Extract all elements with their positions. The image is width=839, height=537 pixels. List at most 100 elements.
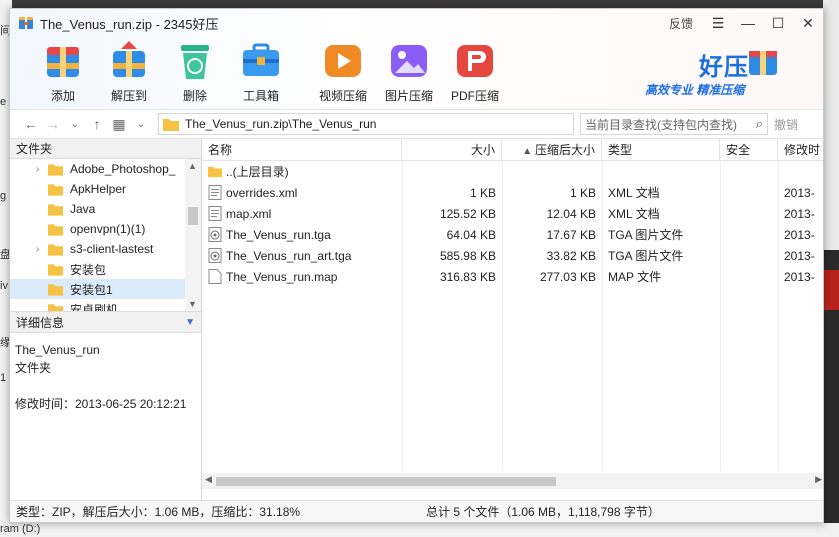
folder-icon [48,263,63,276]
tree-item[interactable]: ApkHelper [10,179,201,199]
collapse-icon[interactable]: ▼ [185,317,195,328]
minimize-button[interactable]: — [733,9,763,37]
toolbox-icon [243,43,279,76]
column-type[interactable]: 类型 [602,139,720,160]
app-window: The_Venus_run.zip - 2345好压 反馈 ☰ — ☐ ✕ 添加… [9,8,824,523]
folder-icon [48,163,63,176]
delete-icon [181,45,209,79]
status-archive-info: 类型：ZIP，解压后大小：1.06 MB，压缩比：31.18% [16,505,301,519]
up-arrow-icon[interactable]: ↑ [86,116,108,132]
history-dropdown-icon[interactable]: ⌄ [64,119,86,130]
extract-icon [113,41,145,77]
search-icon[interactable]: ⌕ [756,116,763,132]
file-list-header: 名称 大小 ▲ 压缩后大小 类型 安全 修改时 [202,139,823,161]
tree-item[interactable]: 安卓刷机 [10,299,201,311]
scroll-down-icon[interactable]: ▼ [188,299,197,309]
pdf-compress-icon [457,45,493,77]
add-icon [47,47,79,77]
detail-type: 文件夹 [15,361,52,375]
window-title: The_Venus_run.zip - 2345好压 [40,16,219,32]
brand-logo: 好压 高效专业 精准压缩 [633,41,783,105]
address-bar: ← → ⌄ ↑ ▦ ⌄ The_Venus_run.zip\The_Venus_… [10,109,823,139]
table-row[interactable]: The_Venus_run.map 316.83 KB 277.03 KB MA… [202,266,823,287]
image-compress-button[interactable]: 图片压缩 [376,39,442,104]
details-panel: The_Venus_run 文件夹 修改时间：2013-06-25 20:12:… [10,333,201,421]
tree-item[interactable]: › Adobe_Photoshop_ [10,159,201,179]
scroll-right-icon[interactable]: ▶ [815,474,822,485]
detail-modified: 修改时间：2013-06-25 20:12:21 [15,397,187,411]
file-list: 名称 大小 ▲ 压缩后大小 类型 安全 修改时 ..(上层目录) overrid… [202,139,823,501]
forward-arrow-icon[interactable]: → [42,116,64,132]
column-name[interactable]: 名称 [202,139,402,160]
search-input[interactable]: 当前目录查找(支持包内查找) ⌕ [580,113,768,135]
tree-item[interactable]: openvpn(1)(1) [10,219,201,239]
folder-tree: › Adobe_Photoshop_ ApkHelper Java openvp… [10,159,201,311]
horizontal-scroll-thumb[interactable] [216,477,556,486]
folder-icon [48,283,63,296]
brand-box-icon [749,51,777,75]
folder-icon [48,203,63,216]
close-button[interactable]: ✕ [793,9,823,37]
scroll-left-icon[interactable]: ◀ [205,474,212,485]
desktop-drive-label: ram (D:) [0,523,41,535]
folder-icon [48,243,63,256]
table-row[interactable]: The_Venus_run.tga 64.04 KB 17.67 KB TGA … [202,224,823,245]
sort-ascending-icon: ▲ [522,146,535,157]
table-row[interactable]: map.xml 125.52 KB 12.04 KB XML 文档 2013- [202,203,823,224]
horizontal-scrollbar[interactable]: ◀ ▶ [202,473,823,489]
document-icon [208,206,222,221]
feedback-link[interactable]: 反馈 [669,15,693,32]
brand-name: 好压 [699,54,749,81]
tree-item[interactable]: › s3-client-lastest [10,239,201,259]
chevron-right-icon[interactable]: › [36,164,39,175]
column-modified[interactable]: 修改时 [778,139,823,160]
title-bar[interactable]: The_Venus_run.zip - 2345好压 反馈 ☰ — ☐ ✕ [10,9,823,37]
video-compress-button[interactable]: 视频压缩 [310,39,376,104]
folder-tree-header: 文件夹 [10,139,201,159]
tree-item[interactable]: 安装包 [10,259,201,279]
tree-scroll-thumb[interactable] [188,207,198,225]
table-row[interactable]: overrides.xml 1 KB 1 KB XML 文档 2013- [202,182,823,203]
path-field[interactable]: The_Venus_run.zip\The_Venus_run [158,113,574,135]
brand-slogan: 高效专业 精准压缩 [645,83,745,97]
menu-icon[interactable]: ☰ [703,9,733,37]
folder-icon [163,118,179,131]
tree-item-selected[interactable]: 安装包1 [10,279,201,299]
extract-to-button[interactable]: 解压到 [96,39,162,104]
maximize-button[interactable]: ☐ [763,9,793,37]
view-dropdown-icon[interactable]: ⌄ [130,119,152,130]
add-button[interactable]: 添加 [30,39,96,104]
document-icon [208,185,222,200]
tree-scrollbar[interactable]: ▲ ▼ [185,159,201,311]
search-placeholder: 当前目录查找(支持包内查找) [585,117,737,132]
image-file-icon [208,227,222,242]
video-compress-icon [325,45,361,77]
table-row[interactable]: ..(上层目录) [202,161,823,182]
toolbox-button[interactable]: 工具箱 [228,39,294,104]
image-file-icon [208,248,222,263]
left-panel: 文件夹 › Adobe_Photoshop_ ApkHelper Java op… [10,139,202,501]
column-size[interactable]: 大小 [402,139,502,160]
main-toolbar: 添加 解压到 删除 工具箱 视频压缩 图片压缩 PDF压缩 好压 高效专业 精准… [10,37,823,109]
desktop-right-strip [823,0,839,537]
detail-name: The_Venus_run [15,343,100,357]
back-arrow-icon[interactable]: ← [20,116,42,132]
scroll-up-icon[interactable]: ▲ [188,161,197,171]
chevron-right-icon[interactable]: › [36,244,39,255]
pdf-compress-button[interactable]: PDF压缩 [442,39,508,104]
image-compress-icon [391,45,427,77]
blank-file-icon [208,269,222,284]
view-mode-icon[interactable]: ▦ [108,116,130,133]
folder-icon [48,183,63,196]
column-packed-size[interactable]: ▲ 压缩后大小 [502,139,602,160]
status-total-info: 总计 5 个文件（1.06 MB，1,118,798 字节） [426,505,660,519]
path-text: The_Venus_run.zip\The_Venus_run [185,117,377,131]
column-security[interactable]: 安全 [720,139,778,160]
delete-button[interactable]: 删除 [162,39,228,104]
table-row[interactable]: The_Venus_run_art.tga 585.98 KB 33.82 KB… [202,245,823,266]
undo-button[interactable]: 撤销 [774,116,798,133]
desktop-bottom-strip: ram (D:) [0,523,839,537]
details-header[interactable]: 详细信息 ▼ [10,311,201,333]
folder-icon [48,303,63,311]
tree-item[interactable]: Java [10,199,201,219]
